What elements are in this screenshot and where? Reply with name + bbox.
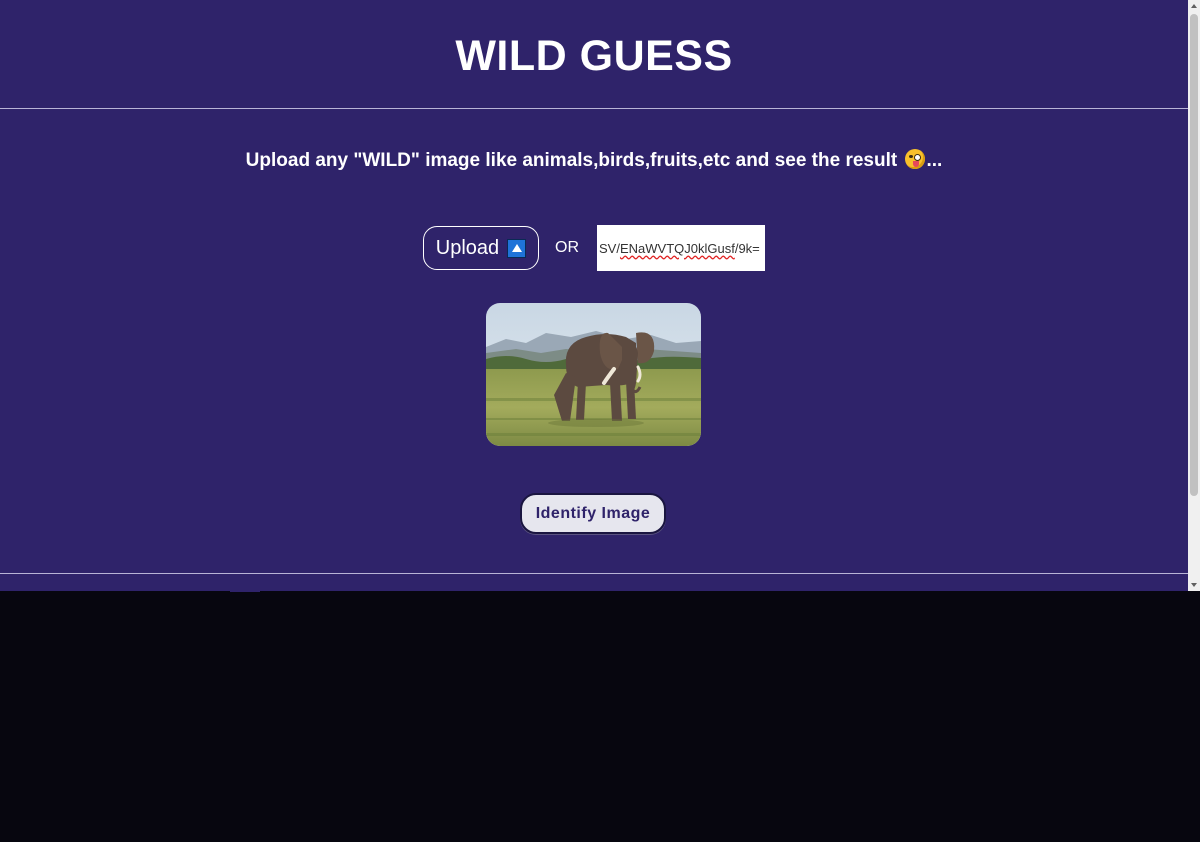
scrollbar-thumb[interactable] bbox=[1190, 14, 1198, 496]
or-separator: OR bbox=[555, 239, 579, 256]
image-url-input[interactable]: SV/ENaWVTQJ0klGusf/9k= bbox=[597, 225, 765, 271]
up-arrow-icon bbox=[507, 238, 527, 258]
main-section: Upload any "WILD" image like animals,bir… bbox=[0, 109, 1188, 574]
page-title: WILD GUESS bbox=[455, 31, 733, 80]
site-header: WILD GUESS bbox=[0, 0, 1188, 109]
tagline-text: Upload any "WILD" image like animals,bir… bbox=[245, 150, 898, 171]
page-viewport: WILD GUESS Upload any "WILD" image like … bbox=[0, 0, 1188, 591]
url-value-prefix: SV/ bbox=[599, 240, 620, 256]
url-value-rest: /9k= bbox=[734, 240, 760, 256]
elephant-photo bbox=[486, 303, 701, 446]
scroll-down-icon[interactable] bbox=[1188, 579, 1200, 591]
scroll-up-icon[interactable] bbox=[1188, 0, 1200, 12]
image-preview bbox=[486, 303, 701, 446]
url-value-misspelled: ENaWVTQJ0klGusf bbox=[619, 240, 735, 256]
render-artifact bbox=[230, 590, 260, 592]
upload-controls: Upload OR SV/ENaWVTQJ0klGusf/9k= bbox=[0, 225, 1188, 271]
identify-image-button[interactable]: Identify Image bbox=[520, 493, 666, 534]
upload-button[interactable]: Upload bbox=[423, 226, 539, 270]
zany-face-emoji-icon bbox=[905, 149, 926, 169]
vertical-scrollbar[interactable] bbox=[1188, 0, 1200, 591]
upload-label: Upload bbox=[435, 236, 500, 259]
tagline: Upload any "WILD" image like animals,bir… bbox=[0, 149, 1188, 172]
tagline-suffix: ... bbox=[926, 150, 943, 171]
